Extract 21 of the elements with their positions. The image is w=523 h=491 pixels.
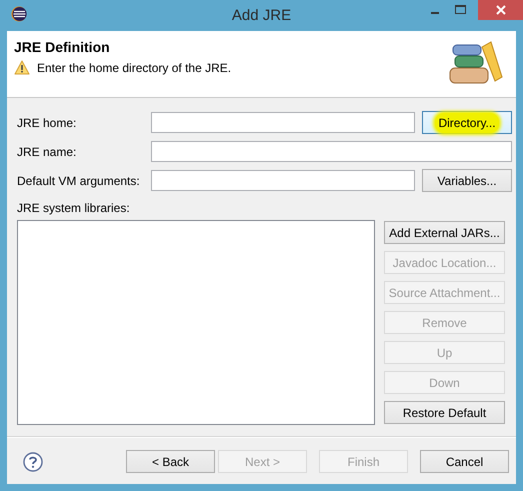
close-button[interactable] (478, 0, 523, 20)
wizard-button[interactable]: < Back (126, 450, 215, 473)
browse-button[interactable]: Directory... (422, 111, 512, 134)
field-label: Default VM arguments: (17, 174, 141, 188)
browse-button[interactable]: Variables... (422, 169, 512, 192)
field-label: JRE system libraries: (17, 201, 130, 215)
field-label: JRE name: (17, 144, 78, 158)
wizard-button[interactable]: Cancel (420, 450, 509, 473)
text-field[interactable] (151, 141, 512, 162)
library-button[interactable]: Restore Default (384, 401, 505, 424)
text-field[interactable] (151, 170, 415, 191)
close-icon (494, 4, 506, 16)
page-title: JRE Definition (14, 39, 111, 55)
field-label: JRE home: (17, 116, 78, 130)
library-button[interactable]: Add External JARs... (384, 221, 505, 244)
text-field[interactable] (151, 112, 415, 133)
window-title: Add JRE (232, 7, 292, 24)
app-icon (11, 6, 27, 22)
warning-icon (14, 60, 30, 75)
help-icon[interactable] (23, 452, 43, 472)
status-message: Enter the home directory of the JRE. (37, 60, 232, 74)
